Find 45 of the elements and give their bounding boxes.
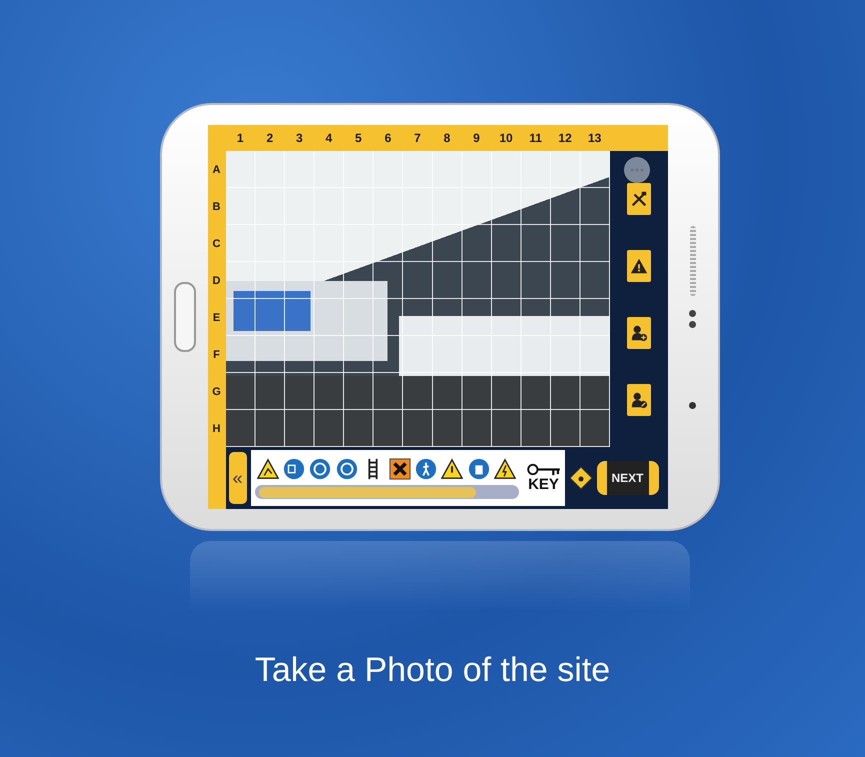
caption: Take a Photo of the site <box>254 651 610 690</box>
speaker-grille <box>690 226 696 296</box>
row-label: E <box>212 310 222 326</box>
edit-person-button[interactable] <box>626 384 650 416</box>
row-label: F <box>212 348 221 362</box>
home-button[interactable] <box>174 282 196 352</box>
tools-icon <box>630 190 648 208</box>
warning-triangle-icon[interactable] <box>441 457 464 481</box>
back-button[interactable]: « <box>228 452 246 504</box>
row-label: H <box>212 422 222 436</box>
column-label: 4 <box>324 130 334 147</box>
edit-person-icon <box>630 390 648 408</box>
column-label: 11 <box>528 130 543 147</box>
row-label: G <box>211 384 222 400</box>
more-icon[interactable] <box>624 157 650 183</box>
row-label: D <box>212 274 222 288</box>
diamond-sign-icon[interactable] <box>568 466 592 490</box>
electric-warning-icon[interactable] <box>494 457 516 481</box>
column-label: 3 <box>294 130 304 147</box>
row-label: C <box>212 236 222 252</box>
next-button[interactable]: NEXT <box>596 461 658 495</box>
column-label: 7 <box>413 130 422 147</box>
column-label: 9 <box>472 130 481 147</box>
add-person-icon <box>630 324 648 342</box>
key-label: KEY <box>528 476 559 493</box>
column-label: 1 <box>236 130 245 147</box>
hazard-button[interactable] <box>626 250 650 282</box>
column-label: 10 <box>498 130 514 147</box>
add-person-button[interactable] <box>626 316 650 348</box>
pedestrian-sign-icon[interactable] <box>415 457 438 481</box>
column-label: 8 <box>442 130 452 147</box>
column-label: 2 <box>265 130 274 147</box>
tools-button[interactable] <box>626 182 650 214</box>
column-label: 13 <box>586 130 602 147</box>
key-icon <box>526 463 560 476</box>
camera-dot <box>689 402 696 408</box>
warning-icon <box>630 256 648 274</box>
scrollbar[interactable] <box>254 485 518 499</box>
column-label: 6 <box>384 130 392 147</box>
row-label: A <box>212 162 222 178</box>
harmful-cross-icon[interactable] <box>388 457 411 481</box>
sensor-dots <box>689 310 696 328</box>
column-label: 12 <box>557 130 573 147</box>
row-label: B <box>212 200 222 214</box>
column-label: 5 <box>354 130 363 147</box>
